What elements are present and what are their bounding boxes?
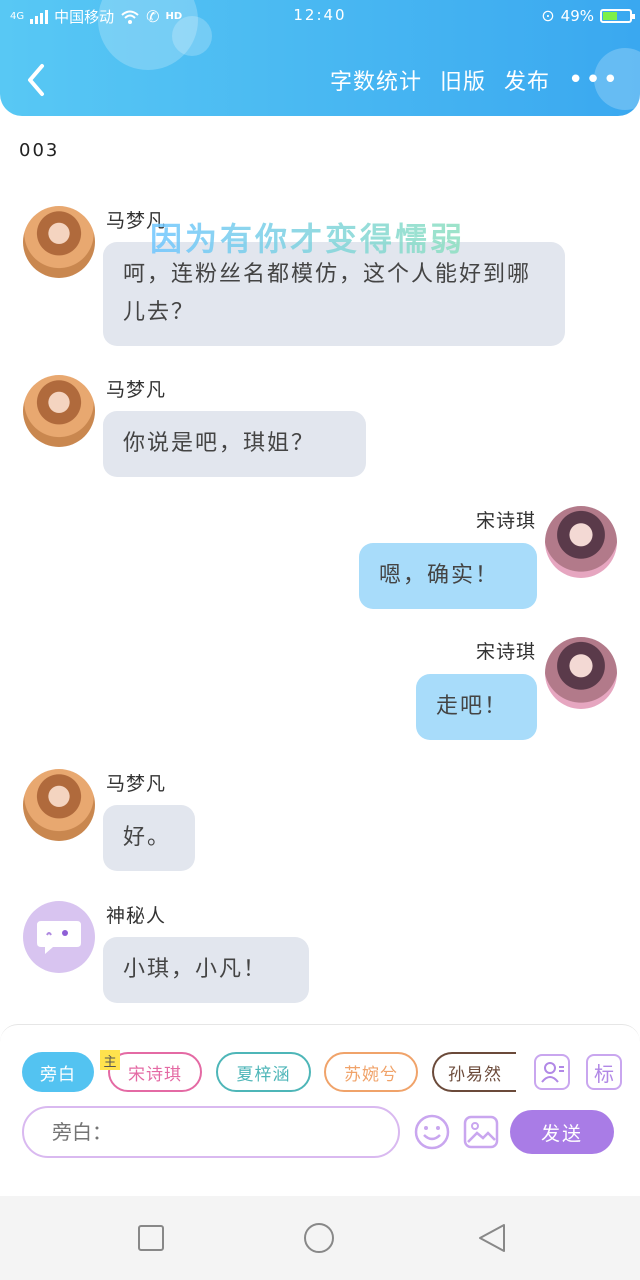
header-actions: 字数统计 旧版 发布 ••• xyxy=(330,64,620,96)
add-role-icon[interactable] xyxy=(534,1054,570,1090)
speaker-name: 宋诗琪 xyxy=(475,510,536,532)
role-chip-xia-zihan[interactable]: 夏梓涵 xyxy=(216,1052,311,1092)
label-button[interactable]: 标 xyxy=(586,1054,622,1090)
chat-bubble-icon xyxy=(37,921,81,954)
chapter-label: 003 xyxy=(19,140,60,161)
role-chip-sun-yiran[interactable]: 孙易然 xyxy=(432,1052,516,1092)
battery-percent: 49% xyxy=(560,6,594,25)
navigation-bar: 字数统计 旧版 发布 ••• xyxy=(0,50,640,110)
app-header: 4G 中国移动 ✆ HD 12:40 ⊙ 49% 字数统计 旧版 发布 ••• xyxy=(0,0,640,116)
message-bubble[interactable]: 走吧！ xyxy=(416,674,537,740)
emoji-icon[interactable] xyxy=(413,1113,451,1151)
send-button[interactable]: 发送 xyxy=(510,1110,614,1154)
main-role-tag: 主 xyxy=(100,1050,120,1070)
avatar-ma-mengfan[interactable] xyxy=(23,769,95,841)
more-icon[interactable]: ••• xyxy=(568,65,620,95)
message-bubble[interactable]: 嗯，确实！ xyxy=(359,543,537,609)
avatar-mystery[interactable] xyxy=(23,901,95,973)
recents-icon[interactable] xyxy=(135,1222,167,1254)
battery-icon xyxy=(600,8,635,23)
home-icon[interactable] xyxy=(303,1222,335,1254)
message-bubble[interactable]: 小琪，小凡！ xyxy=(103,937,309,1003)
back-nav-icon[interactable] xyxy=(476,1222,508,1254)
old-version-button[interactable]: 旧版 xyxy=(440,64,486,96)
avatar-ma-mengfan[interactable] xyxy=(23,206,95,278)
avatar-song-shiqi[interactable] xyxy=(545,637,617,709)
publish-button[interactable]: 发布 xyxy=(504,64,550,96)
battery-fill xyxy=(603,11,617,20)
speaker-name: 马梦凡 xyxy=(106,379,167,401)
word-count-button[interactable]: 字数统计 xyxy=(330,64,422,96)
image-icon[interactable] xyxy=(462,1113,500,1151)
watermark-text: 因为有你才变得懦弱 xyxy=(150,214,465,260)
message-bubble[interactable]: 你说是吧，琪姐？ xyxy=(103,411,366,477)
status-bar: 4G 中国移动 ✆ HD 12:40 ⊙ 49% xyxy=(0,0,640,32)
role-chip-song-shiqi[interactable]: 宋诗琪 xyxy=(108,1052,202,1092)
speaker-name: 神秘人 xyxy=(106,905,167,927)
system-nav-bar xyxy=(0,1196,640,1280)
message-bubble[interactable]: 好。 xyxy=(103,805,195,871)
rotation-lock-icon: ⊙ xyxy=(541,6,555,25)
avatar-song-shiqi[interactable] xyxy=(545,506,617,578)
avatar-ma-mengfan[interactable] xyxy=(23,375,95,447)
role-chip-su-wanxi[interactable]: 苏婉兮 xyxy=(324,1052,418,1092)
speaker-name: 马梦凡 xyxy=(106,773,167,795)
narrator-chip[interactable]: 旁白 xyxy=(22,1052,94,1092)
speaker-name: 宋诗琪 xyxy=(475,641,536,663)
message-input[interactable] xyxy=(22,1106,400,1158)
back-arrow-icon[interactable] xyxy=(22,62,52,98)
